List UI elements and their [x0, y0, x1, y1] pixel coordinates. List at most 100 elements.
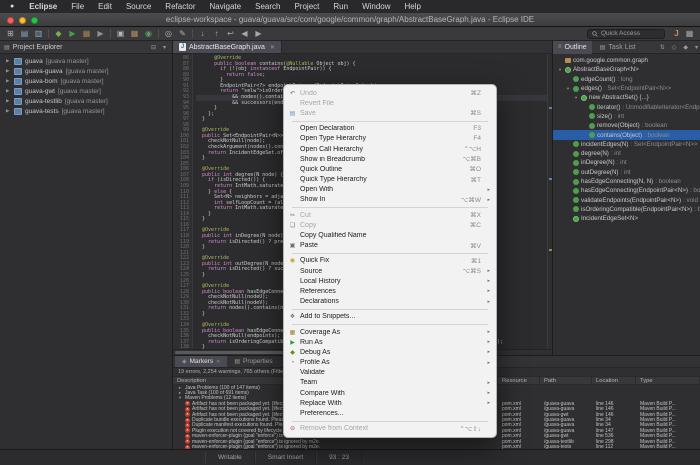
column-type[interactable]: Type: [636, 377, 700, 384]
menubar-item-file[interactable]: File: [64, 2, 91, 11]
menubar-item-edit[interactable]: Edit: [91, 2, 119, 11]
new-java-project-icon[interactable]: ▣: [114, 28, 127, 39]
tab-outline[interactable]: ≡ Outline: [553, 40, 592, 54]
next-annotation-icon[interactable]: ↓: [196, 28, 209, 39]
outline-item-degree-n[interactable]: degree(N) : int: [553, 149, 700, 158]
outline-item-indegree-n[interactable]: inDegree(N) : int: [553, 158, 700, 167]
menu-item-replace-with[interactable]: Replace With ▸: [284, 398, 496, 408]
menu-item-copy-qualified-name[interactable]: Copy Qualified Name: [284, 230, 496, 240]
outline-item-hasedgeconnecting-endpointpair-n[interactable]: hasEdgeConnecting(EndpointPair<N>) : boo…: [553, 186, 700, 195]
menu-item-copy[interactable]: ❏ Copy ⌘C: [284, 220, 496, 230]
expander-icon[interactable]: ▾: [573, 95, 579, 101]
menubar-item-window[interactable]: Window: [355, 2, 397, 11]
menubar-item-navigate[interactable]: Navigate: [203, 2, 249, 11]
project-item-guava-bom[interactable]: ▶ guava-bom [guava master]: [0, 76, 172, 86]
editor-tab[interactable]: J AbstractBaseGraph.java ✕: [173, 41, 282, 53]
view-menu-icon[interactable]: ▾: [693, 44, 700, 51]
window-titlebar[interactable]: eclipse-workspace - guava/guava/src/com/…: [0, 13, 700, 27]
menu-item-paste[interactable]: ▣ Paste ⌘V: [284, 241, 496, 251]
run-icon[interactable]: ▶: [66, 28, 79, 39]
menubar-item-help[interactable]: Help: [398, 2, 428, 11]
back-icon[interactable]: ◀: [238, 28, 251, 39]
expander-icon[interactable]: ▶: [6, 98, 11, 104]
java-perspective-icon[interactable]: J: [670, 28, 683, 39]
save-all-icon[interactable]: ▥: [32, 28, 45, 39]
menu-item-preferences[interactable]: Preferences...: [284, 408, 496, 418]
tab-properties[interactable]: ▤ Properties: [227, 356, 279, 367]
close-tab-icon[interactable]: ✕: [216, 359, 220, 365]
forward-icon[interactable]: ▶: [252, 28, 265, 39]
menu-item-revert-file[interactable]: Revert File: [284, 98, 496, 108]
open-perspective-icon[interactable]: ▦: [683, 28, 696, 39]
last-edit-location-icon[interactable]: ↩: [224, 28, 237, 39]
close-tab-icon[interactable]: ✕: [270, 44, 275, 51]
prev-annotation-icon[interactable]: ↑: [210, 28, 223, 39]
outline-item-edges[interactable]: ▾ edges() : Set<EndpointPair<N>>: [553, 84, 700, 93]
outline-item-hasedgeconnecting-n-n[interactable]: hasEdgeConnecting(N, N) : boolean: [553, 177, 700, 186]
menu-item-declarations[interactable]: Declarations ▸: [284, 297, 496, 307]
hide-static-icon[interactable]: ◆: [681, 44, 690, 51]
new-wizard-icon[interactable]: ⊞: [4, 28, 17, 39]
menu-item-open-type-hierarchy[interactable]: Open Type Hierarchy F4: [284, 134, 496, 144]
sort-icon[interactable]: ⇅: [658, 44, 667, 51]
menu-item-run-as[interactable]: ▶ Run As ▸: [284, 337, 496, 347]
outline-item-isorderingcompatible-endpointpair-n[interactable]: isOrderingCompatible(EndpointPair<N>) : …: [553, 205, 700, 214]
menu-item-profile-as[interactable]: ◔ Profile As ▸: [284, 358, 496, 368]
project-item-guava[interactable]: ▶ guava [guava master]: [0, 56, 172, 66]
menu-item-undo[interactable]: ↶ Undo ⌘Z: [284, 88, 496, 98]
quick-access-box[interactable]: Quick Access: [587, 28, 665, 39]
menu-item-save[interactable]: ▤ Save ⌘S: [284, 108, 496, 118]
outline-item-size[interactable]: size() : int: [553, 112, 700, 121]
menu-item-compare-with[interactable]: Compare With ▸: [284, 388, 496, 398]
menu-item-debug-as[interactable]: ◆ Debug As ▸: [284, 347, 496, 357]
menu-item-validate[interactable]: Validate: [284, 368, 496, 378]
menu-item-show-in[interactable]: Show In ⌥⌘W ▸: [284, 195, 496, 205]
minimize-window-button[interactable]: [19, 17, 26, 24]
menu-item-add-to-snippets[interactable]: ❖ Add to Snippets...: [284, 312, 496, 322]
tab-markers[interactable]: ◈ Markers ✕: [175, 356, 228, 367]
expander-icon[interactable]: ▶: [6, 68, 11, 74]
hide-fields-icon[interactable]: ◇: [670, 44, 679, 51]
expander-icon[interactable]: ▾: [557, 67, 563, 73]
column-location[interactable]: Location: [592, 377, 636, 384]
outline-item-validateendpoints-endpointpair-n[interactable]: validateEndpoints(EndpointPair<N>) : voi…: [553, 195, 700, 204]
menu-item-quick-outline[interactable]: Quick Outline ⌘O: [284, 164, 496, 174]
overview-ruler[interactable]: [547, 54, 552, 349]
search-icon[interactable]: ◎: [162, 28, 175, 39]
project-item-guava-tests[interactable]: ▶ guava-tests [guava master]: [0, 106, 172, 116]
menu-item-open-call-hierarchy[interactable]: Open Call Hierarchy ⌃⌥H: [284, 144, 496, 154]
zoom-window-button[interactable]: [31, 17, 38, 24]
menu-item-team[interactable]: Team ▸: [284, 378, 496, 388]
menubar-item-run[interactable]: Run: [326, 2, 355, 11]
save-icon[interactable]: ▤: [18, 28, 31, 39]
menu-item-references[interactable]: References ▸: [284, 286, 496, 296]
outline-item-iterator[interactable]: iterator() : UnmodifiableIterator<Endpoi…: [553, 102, 700, 111]
outline-item-remove-object[interactable]: remove(Object) : boolean: [553, 121, 700, 130]
coverage-icon[interactable]: ▦: [80, 28, 93, 39]
menubar-item-refactor[interactable]: Refactor: [158, 2, 202, 11]
project-item-guava-guava[interactable]: ▶ guava-guava [guava master]: [0, 66, 172, 76]
menu-item-show-in-breadcrumb[interactable]: Show in Breadcrumb ⌥⌘B: [284, 154, 496, 164]
menu-item-open-with[interactable]: Open With ▸: [284, 185, 496, 195]
menu-item-quick-type-hierarchy[interactable]: Quick Type Hierarchy ⌘T: [284, 175, 496, 185]
outline-item-outdegree-n[interactable]: outDegree(N) : int: [553, 168, 700, 177]
column-resource[interactable]: Resource: [498, 377, 540, 384]
outline-item-com-google-common-graph[interactable]: com.google.common.graph: [553, 56, 700, 65]
project-item-guava-gwt[interactable]: ▶ guava-gwt [guava master]: [0, 86, 172, 96]
column-path[interactable]: Path: [540, 377, 592, 384]
outline-item-contains-object[interactable]: contains(Object) : boolean: [553, 130, 700, 140]
menubar-item-search[interactable]: Search: [248, 2, 287, 11]
new-class-icon[interactable]: ◉: [142, 28, 155, 39]
debug-icon[interactable]: ◆: [52, 28, 65, 39]
menubar-item-eclipse[interactable]: Eclipse: [22, 2, 64, 11]
expander-icon[interactable]: ▾: [565, 86, 571, 92]
outline-item-incidentedges-n[interactable]: incidentEdges(N) : Set<EndpointPair<N>>: [553, 140, 700, 149]
expander-icon[interactable]: ▶: [6, 108, 11, 114]
menu-item-open-declaration[interactable]: Open Declaration F3: [284, 124, 496, 134]
tab-task-list[interactable]: ▤ Task List: [595, 41, 641, 54]
view-menu-icon[interactable]: ▾: [161, 44, 168, 51]
collapse-all-icon[interactable]: ⊟: [149, 44, 158, 51]
outline-item-edgecount[interactable]: edgeCount() : long: [553, 75, 700, 84]
expander-icon[interactable]: ▶: [6, 88, 11, 94]
close-window-button[interactable]: [7, 17, 14, 24]
